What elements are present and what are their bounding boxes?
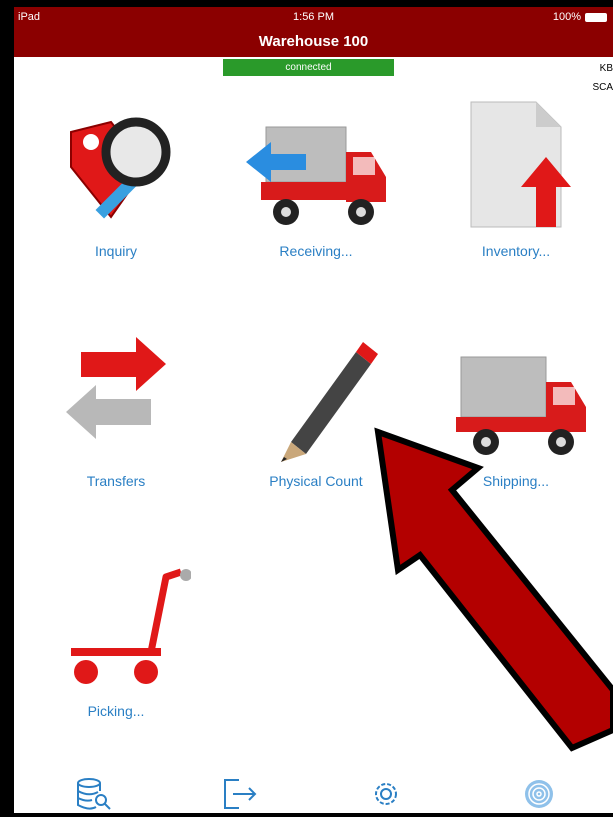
status-bar: iPad 1:56 PM 100% xyxy=(14,7,613,27)
side-label-sca: SCA xyxy=(592,82,613,93)
tile-inquiry-label: Inquiry xyxy=(94,243,138,259)
tile-receiving-label: Receiving... xyxy=(279,243,353,259)
tile-inquiry[interactable]: Inquiry xyxy=(31,107,201,259)
device-frame: iPad 1:56 PM 100% Warehouse 100 connecte… xyxy=(0,0,613,817)
tile-physical-count-label: Physical Count xyxy=(269,473,363,489)
side-label-kb: KB xyxy=(599,63,613,74)
shipping-truck-icon xyxy=(456,356,586,455)
tile-shipping[interactable]: Shipping... xyxy=(431,337,601,489)
settings-gear-icon[interactable] xyxy=(366,777,406,811)
page-title: Warehouse 100 xyxy=(258,33,369,50)
battery-icon xyxy=(585,12,607,22)
tile-physical-count[interactable]: Physical Count xyxy=(231,337,401,489)
database-search-icon[interactable] xyxy=(74,777,114,811)
tile-picking-label: Picking... xyxy=(87,703,145,719)
battery-percent: 100% xyxy=(552,11,581,23)
status-right: 100% xyxy=(553,11,607,23)
inventory-document-icon xyxy=(470,101,571,228)
tile-transfers[interactable]: Transfers xyxy=(31,337,201,489)
tile-picking[interactable]: Picking... xyxy=(31,567,201,719)
fingerprint-icon[interactable] xyxy=(519,777,559,811)
app-screen: iPad 1:56 PM 100% Warehouse 100 connecte… xyxy=(14,7,613,813)
tile-inventory[interactable]: Inventory... xyxy=(431,97,601,259)
bottom-toolbar xyxy=(14,767,613,813)
tile-inventory-label: Inventory... xyxy=(481,243,551,259)
transfers-arrows-icon xyxy=(66,337,166,439)
cart-icon xyxy=(71,568,191,684)
receiving-truck-icon xyxy=(246,126,386,225)
tile-receiving[interactable]: Receiving... xyxy=(231,107,401,259)
nav-bar: Warehouse 100 xyxy=(14,27,613,57)
tile-shipping-label: Shipping... xyxy=(482,473,550,489)
inquiry-icon xyxy=(70,117,171,219)
connection-status-badge: connected xyxy=(223,59,394,76)
logout-icon[interactable] xyxy=(221,777,261,811)
pencil-icon xyxy=(281,342,378,462)
tile-transfers-label: Transfers xyxy=(86,473,146,489)
status-time: 1:56 PM xyxy=(293,11,334,23)
